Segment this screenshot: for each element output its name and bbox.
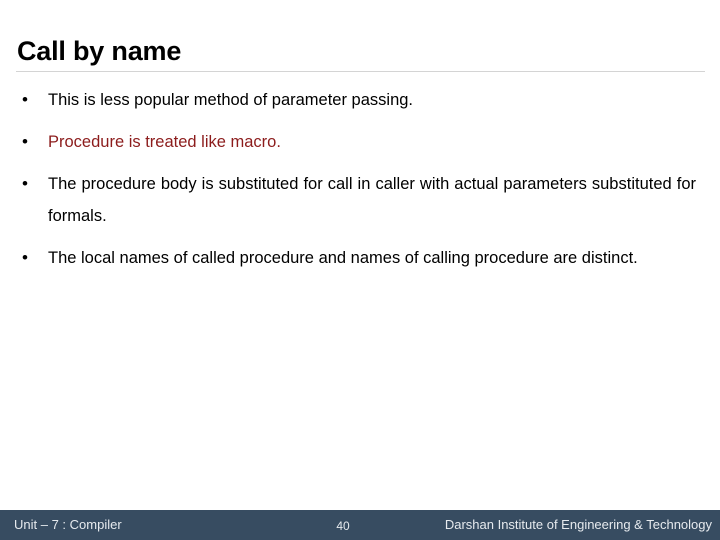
footer-page-number: 40 [336, 519, 350, 533]
footer-bar: Unit – 7 : Compiler 40 Darshan Institute… [0, 510, 720, 540]
footer-unit-label: Unit – 7 : Compiler [14, 517, 122, 532]
list-item-text: The procedure body is substituted for ca… [48, 175, 696, 225]
list-item: • The procedure body is substituted for … [16, 168, 700, 232]
list-item-text: This is less popular method of parameter… [48, 91, 414, 109]
list-item-text: The local names of called procedure and … [48, 249, 638, 267]
bullet-icon: • [22, 132, 28, 151]
bullet-icon: • [22, 174, 28, 193]
footer-institute-label: Darshan Institute of Engineering & Techn… [444, 517, 712, 532]
list-item: • This is less popular method of paramet… [16, 84, 700, 116]
list-item-text: Procedure is treated like macro. [48, 133, 281, 151]
page-title: Call by name [17, 36, 182, 67]
list-item: • Procedure is treated like macro. [16, 126, 700, 158]
list-item: • The local names of called procedure an… [16, 242, 700, 274]
bullet-icon: • [22, 90, 28, 109]
title-divider [16, 71, 705, 72]
slide: Call by name • This is less popular meth… [0, 0, 720, 540]
bullet-icon: • [22, 248, 28, 267]
bullet-list: • This is less popular method of paramet… [16, 84, 700, 284]
